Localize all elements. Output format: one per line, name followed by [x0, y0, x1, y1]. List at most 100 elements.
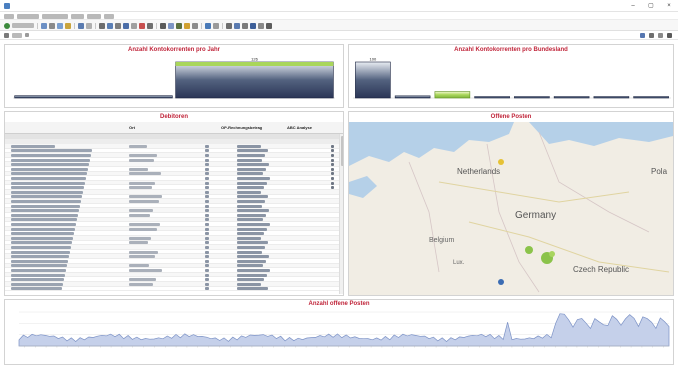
sheet-selector[interactable] — [12, 33, 22, 38]
copy-icon[interactable] — [57, 23, 63, 29]
layout-toggle-icon[interactable] — [640, 33, 645, 38]
cell-amount — [237, 227, 267, 231]
cell-abc — [331, 176, 334, 180]
bar[interactable] — [514, 96, 550, 99]
home-icon[interactable] — [160, 23, 166, 29]
bar-chart-per-state: 100 — [353, 57, 671, 99]
cell-name — [11, 213, 78, 217]
grid-icon[interactable] — [115, 23, 121, 29]
bar[interactable] — [175, 61, 334, 99]
cell-amount — [237, 213, 266, 217]
filter-icon[interactable] — [131, 23, 137, 29]
back-icon[interactable] — [4, 23, 10, 29]
bar[interactable] — [553, 96, 590, 99]
bar[interactable] — [355, 61, 391, 99]
cell-amount — [237, 186, 264, 190]
cell-abc — [331, 163, 334, 167]
cell-count — [205, 250, 209, 254]
map-pin[interactable] — [498, 159, 504, 165]
layout-icon[interactable] — [123, 23, 129, 29]
export-icon[interactable] — [78, 23, 84, 29]
more-icon[interactable] — [667, 33, 672, 38]
cell-name — [11, 287, 62, 291]
settings-icon[interactable] — [147, 23, 153, 29]
column-header-amount[interactable]: OP-Rechnungsbetrag — [221, 125, 262, 130]
minimize-button[interactable]: – — [628, 2, 638, 10]
menu-item[interactable] — [104, 14, 114, 19]
cell-amount — [237, 181, 267, 185]
scrollbar-thumb[interactable] — [341, 136, 343, 166]
close-button[interactable]: × — [664, 2, 674, 10]
column-header-abc[interactable]: ABC Analyse — [287, 125, 312, 130]
folder-icon[interactable] — [65, 23, 71, 29]
map-pin[interactable] — [525, 246, 533, 254]
bar[interactable] — [394, 95, 431, 99]
bar[interactable] — [633, 96, 669, 99]
cell-amount — [237, 236, 261, 240]
bar[interactable] — [474, 96, 510, 99]
table-icon[interactable] — [99, 23, 105, 29]
undo-icon[interactable] — [242, 23, 248, 29]
cell-city — [129, 199, 159, 203]
cell-count — [205, 172, 209, 176]
bar-accent — [175, 62, 334, 66]
cell-name — [11, 209, 79, 213]
cell-name — [11, 259, 68, 263]
chart-icon[interactable] — [107, 23, 113, 29]
cell-city — [129, 282, 153, 286]
cell-city — [129, 167, 148, 171]
lock-icon[interactable] — [192, 23, 198, 29]
print-icon[interactable] — [49, 23, 55, 29]
timeline-panel: Anzahl offene Posten — [4, 299, 674, 365]
table-row[interactable] — [5, 286, 339, 292]
cell-amount — [237, 163, 269, 167]
chevron-down-icon[interactable] — [25, 33, 29, 37]
cell-name — [11, 149, 92, 153]
info-icon[interactable] — [266, 23, 272, 29]
pen-icon[interactable] — [176, 23, 182, 29]
menu-item[interactable] — [4, 14, 14, 19]
menu-item[interactable] — [17, 14, 39, 19]
zoom-icon[interactable] — [258, 23, 264, 29]
cell-city — [129, 213, 150, 217]
map-view[interactable]: Netherlands Germany Czech Republic Pola … — [349, 122, 673, 296]
cell-abc — [331, 186, 334, 190]
edit-icon[interactable] — [86, 23, 92, 29]
menu-item[interactable] — [87, 14, 101, 19]
cell-name — [11, 236, 73, 240]
cell-count — [205, 218, 209, 222]
map-pin[interactable] — [549, 251, 555, 257]
debtors-title: Debitoren — [159, 114, 188, 120]
cell-amount — [237, 268, 270, 272]
view-icon[interactable] — [168, 23, 174, 29]
warning-icon[interactable] — [184, 23, 190, 29]
window-title — [13, 3, 133, 9]
menu-item[interactable] — [42, 14, 68, 19]
area-series[interactable] — [18, 313, 670, 347]
table-scrollbar[interactable] — [339, 134, 343, 294]
menu-item[interactable] — [71, 14, 84, 19]
paste-icon[interactable] — [234, 23, 240, 29]
cell-name — [11, 158, 90, 162]
cell-amount — [237, 287, 268, 291]
cell-count — [205, 241, 209, 245]
maximize-button[interactable]: ▢ — [646, 2, 656, 10]
refresh-icon[interactable] — [205, 23, 211, 29]
cell-name — [11, 273, 65, 277]
cell-amount — [237, 264, 263, 268]
map-pin[interactable] — [498, 279, 504, 285]
cell-city — [129, 236, 151, 240]
redo-icon[interactable] — [250, 23, 256, 29]
cell-count — [205, 153, 209, 157]
bar[interactable] — [14, 95, 173, 99]
search-icon[interactable] — [213, 23, 219, 29]
list-view-icon[interactable] — [649, 33, 654, 38]
bar[interactable] — [434, 91, 471, 99]
bar[interactable] — [593, 96, 630, 99]
column-header-city[interactable]: Ort — [129, 125, 135, 130]
cut-icon[interactable] — [226, 23, 232, 29]
delete-icon[interactable] — [139, 23, 145, 29]
cell-abc — [331, 144, 334, 148]
save-icon[interactable] — [41, 23, 47, 29]
grid-view-icon[interactable] — [658, 33, 663, 38]
